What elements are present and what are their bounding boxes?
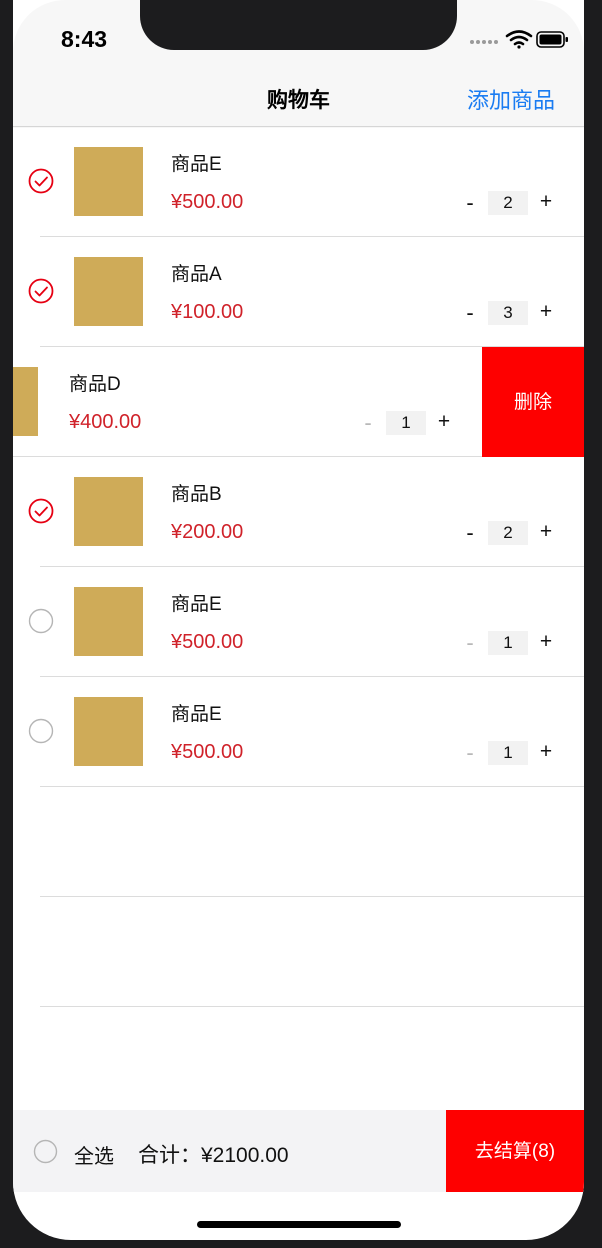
checkmark-circle-icon[interactable] xyxy=(28,168,54,194)
checkmark-circle-icon[interactable] xyxy=(28,498,54,524)
empty-circle-icon[interactable] xyxy=(28,608,54,634)
cart-list[interactable]: 商品E ¥500.00 - 2 + 商品A ¥100.00 - 3 + 商品D … xyxy=(13,127,584,1007)
product-price: ¥500.00 xyxy=(171,741,244,763)
battery-icon xyxy=(536,31,568,48)
decrease-quantity-button[interactable]: - xyxy=(461,300,479,326)
total-amount: 合计：¥2100.00 xyxy=(138,1144,289,1167)
decrease-quantity-button[interactable]: - xyxy=(461,190,479,216)
empty-row xyxy=(13,897,584,1007)
checkout-button[interactable]: 去结算(8) xyxy=(446,1110,584,1192)
add-product-button[interactable]: 添加商品 xyxy=(467,83,555,115)
quantity-value[interactable]: 2 xyxy=(488,521,528,545)
empty-circle-icon[interactable] xyxy=(28,718,54,744)
product-price: ¥200.00 xyxy=(171,521,244,543)
quantity-value[interactable]: 1 xyxy=(488,741,528,765)
cart-item-row[interactable]: 商品A ¥100.00 - 3 + xyxy=(13,237,584,347)
decrease-quantity-button[interactable]: - xyxy=(461,520,479,546)
checkout-bar: 全选 合计：¥2100.00 去结算(8) xyxy=(13,1110,584,1192)
increase-quantity-button[interactable]: + xyxy=(435,410,453,434)
select-all-checkbox-icon[interactable] xyxy=(33,1139,58,1164)
product-price: ¥400.00 xyxy=(69,411,142,433)
cart-item-row[interactable]: 商品B ¥200.00 - 2 + xyxy=(13,457,584,567)
product-name: 商品A xyxy=(171,264,222,285)
select-all-label[interactable]: 全选 xyxy=(74,1140,114,1169)
screen: 8:43 购物车 添加商品 商品E ¥500.00 - 2 + 商品A ¥100… xyxy=(13,0,584,1240)
cart-item-row[interactable]: 商品E ¥500.00 - 1 + xyxy=(13,567,584,677)
quantity-value[interactable]: 1 xyxy=(386,411,426,435)
product-price: ¥500.00 xyxy=(171,631,244,653)
product-price: ¥500.00 xyxy=(171,191,244,213)
product-name: 商品D xyxy=(69,374,121,395)
product-thumbnail xyxy=(13,367,38,436)
product-thumbnail xyxy=(74,257,143,326)
increase-quantity-button[interactable]: + xyxy=(537,630,555,654)
decrease-quantity-button[interactable]: - xyxy=(359,410,377,436)
product-price: ¥100.00 xyxy=(171,301,244,323)
product-thumbnail xyxy=(74,477,143,546)
cart-item-row[interactable]: 商品E ¥500.00 - 1 + xyxy=(13,677,584,787)
product-thumbnail xyxy=(74,697,143,766)
quantity-value[interactable]: 1 xyxy=(488,631,528,655)
delete-button[interactable]: 删除 xyxy=(482,347,584,457)
product-name: 商品E xyxy=(171,594,222,615)
signal-dots-icon xyxy=(470,40,498,44)
row-divider xyxy=(40,1006,584,1007)
notch xyxy=(140,0,457,50)
product-thumbnail xyxy=(74,587,143,656)
increase-quantity-button[interactable]: + xyxy=(537,520,555,544)
increase-quantity-button[interactable]: + xyxy=(537,300,555,324)
empty-row xyxy=(13,787,584,897)
status-time: 8:43 xyxy=(61,26,108,52)
quantity-value[interactable]: 3 xyxy=(488,301,528,325)
product-name: 商品E xyxy=(171,704,222,725)
navigation-bar: 购物车 添加商品 xyxy=(13,72,584,127)
decrease-quantity-button[interactable]: - xyxy=(461,740,479,766)
increase-quantity-button[interactable]: + xyxy=(537,190,555,214)
product-name: 商品B xyxy=(171,484,222,505)
checkmark-circle-icon[interactable] xyxy=(28,278,54,304)
decrease-quantity-button[interactable]: - xyxy=(461,630,479,656)
quantity-value[interactable]: 2 xyxy=(488,191,528,215)
cart-item-row[interactable]: 商品E ¥500.00 - 2 + xyxy=(13,127,584,237)
device-frame: 8:43 购物车 添加商品 商品E ¥500.00 - 2 + 商品A ¥100… xyxy=(0,0,602,1248)
product-thumbnail xyxy=(74,147,143,216)
cart-item-row-swiped[interactable]: 商品D ¥400.00 - 1 + 删除 xyxy=(13,347,584,457)
increase-quantity-button[interactable]: + xyxy=(537,740,555,764)
home-indicator xyxy=(197,1221,401,1228)
status-icons xyxy=(468,28,578,50)
wifi-icon xyxy=(505,30,533,46)
product-name: 商品E xyxy=(171,154,222,175)
